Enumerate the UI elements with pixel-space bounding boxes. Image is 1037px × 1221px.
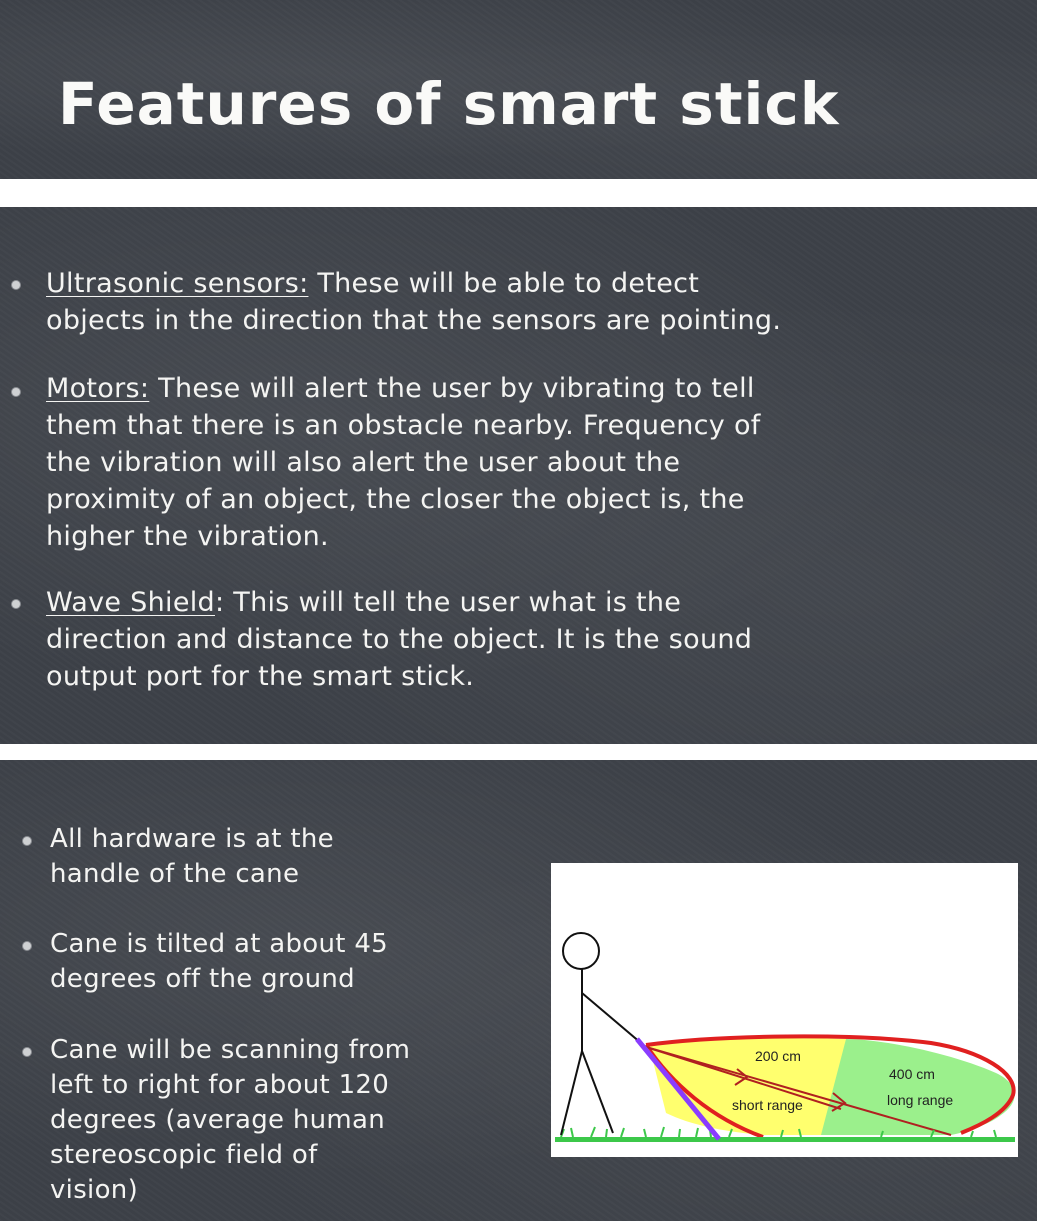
bullet-line: These will alert the user by vibrating t… [149, 373, 755, 404]
bullet-line: proximity of an object, the closer the o… [46, 484, 745, 515]
bullet-line: degrees (average human [50, 1105, 386, 1135]
bullet-term: Ultrasonic sensors: [46, 268, 309, 299]
bullet-line: : This will tell the user what is the [215, 587, 682, 618]
bullet-hardware: All hardware is at the handle of the can… [50, 822, 334, 892]
bullet-icon [11, 599, 21, 609]
short-range-label: short range [732, 1097, 803, 1113]
person-leg [560, 1050, 583, 1136]
person-arm [581, 992, 642, 1044]
bullet-term: Motors: [46, 373, 150, 404]
bullet-line: output port for the smart stick. [46, 661, 475, 692]
ground-line [555, 1137, 1015, 1142]
bullet-line: them that there is an obstacle nearby. F… [46, 410, 761, 441]
bullet-icon [22, 941, 32, 951]
bullet-line: left to right for about 120 [50, 1070, 390, 1100]
bullet-icon [22, 836, 32, 846]
bullet-ultrasonic: Ultrasonic sensors: These will be able t… [46, 265, 781, 339]
bullet-wave-shield: Wave Shield: This will tell the user wha… [46, 584, 752, 695]
features-slide: Ultrasonic sensors: These will be able t… [0, 207, 1037, 744]
sensor-range-figure: 200 cm short range 400 cm long range [551, 863, 1018, 1157]
person-leg [581, 1050, 614, 1134]
person-head-icon [562, 932, 600, 970]
bullet-line: higher the vibration. [46, 521, 329, 552]
sensor-range-drawing: 200 cm short range 400 cm long range [555, 932, 1016, 1142]
short-distance-label: 200 cm [755, 1048, 801, 1064]
title-slide: Features of smart stick [0, 0, 1037, 179]
bullet-line: stereoscopic field of [50, 1140, 318, 1170]
bullet-motors: Motors: These will alert the user by vib… [46, 370, 761, 555]
bullet-line: degrees off the ground [50, 964, 355, 994]
bullet-term: Wave Shield [46, 587, 215, 618]
bullet-scanning: Cane will be scanning from left to right… [50, 1033, 410, 1208]
bullet-line: vision) [50, 1175, 139, 1205]
bullet-line: Cane is tilted at about 45 [50, 929, 389, 959]
slide-title: Features of smart stick [58, 70, 840, 138]
bullet-line: All hardware is at the [50, 824, 334, 854]
bullet-tilt: Cane is tilted at about 45 degrees off t… [50, 927, 388, 997]
bullet-line: objects in the direction that the sensor… [46, 305, 782, 336]
long-range-label: long range [887, 1092, 953, 1108]
bullet-line: the vibration will also alert the user a… [46, 447, 681, 478]
bullet-line: These will be able to detect [308, 268, 700, 299]
bullet-icon [11, 280, 21, 290]
hardware-slide: All hardware is at the handle of the can… [0, 760, 1037, 1221]
bullet-line: handle of the cane [50, 859, 300, 889]
bullet-icon [11, 387, 21, 397]
long-distance-label: 400 cm [889, 1066, 935, 1082]
bullet-line: direction and distance to the object. It… [46, 624, 753, 655]
bullet-line: Cane will be scanning from [50, 1035, 411, 1065]
bullet-icon [22, 1047, 32, 1057]
